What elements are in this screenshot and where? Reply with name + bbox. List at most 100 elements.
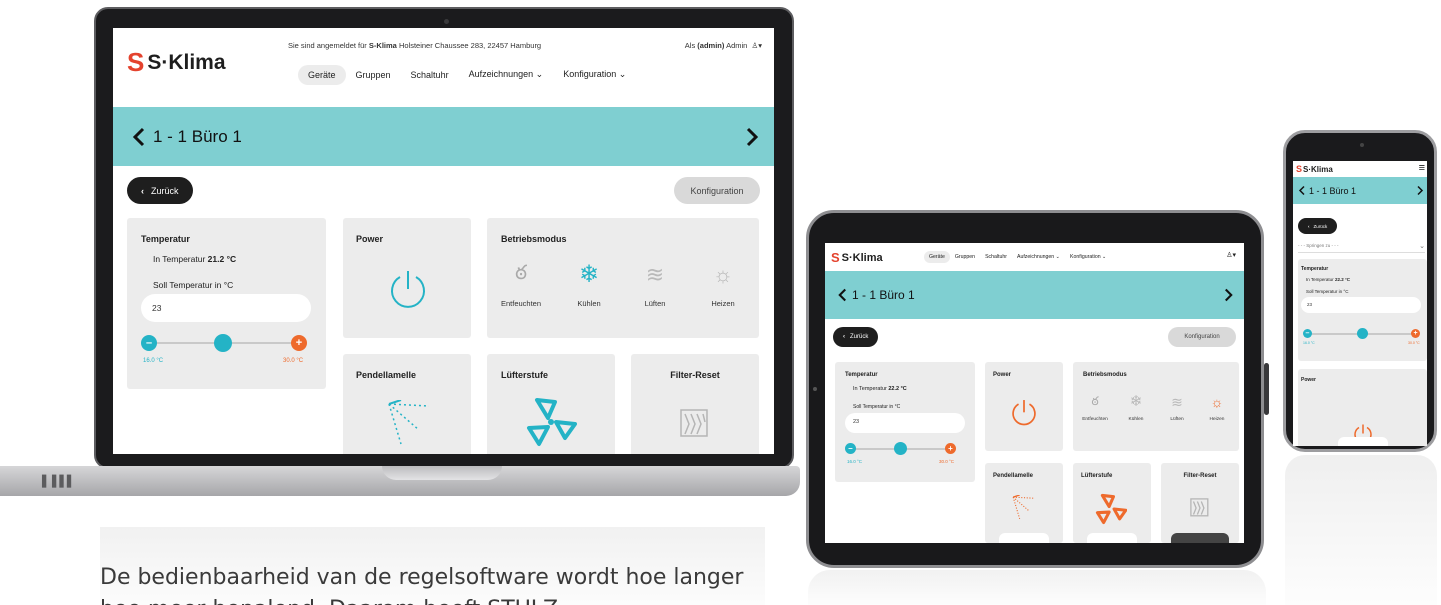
nav-aufzeichnungen-label: Aufzeichnungen [468,69,534,79]
app-header: S S·Klima Sie sind angemeldet für S-Klim… [113,28,774,107]
mode-dehumidify-label: Entfeuchten [500,299,542,308]
logo-mark: S [127,47,145,77]
nav-konfiguration[interactable]: Konfiguration ⌄ [553,64,636,85]
filter-reset-icon[interactable] [1187,495,1213,521]
power-control[interactable] [1338,437,1388,446]
hamburger-menu-icon[interactable]: ≡ [1419,162,1425,174]
mode-cool[interactable]: ❄ Kühlen [557,262,621,309]
minus-button[interactable]: – [845,443,856,454]
airflow-icon: ≋ [1171,394,1183,410]
temperature-title: Temperatur [1301,266,1329,272]
chevron-right-icon[interactable] [1416,185,1424,196]
power-card: Power [985,362,1063,451]
nav-aufzeichnungen[interactable]: Aufzeichnungen ⌄ [1012,251,1065,263]
power-card: Power [343,218,471,338]
temperature-slider-knob[interactable] [1356,328,1368,339]
chevron-down-icon: ⌄ [535,69,544,79]
nav-gruppen[interactable]: Gruppen [346,65,401,85]
user-role: (admin) [697,41,725,50]
setpoint-input[interactable]: 23 [1301,297,1421,313]
app-header: S S·Klima Geräte Gruppen Schaltuhr Aufze… [825,243,1244,271]
filter-reset-button[interactable] [1171,533,1229,543]
plus-button[interactable]: + [945,443,956,454]
camera-dot [1360,143,1364,147]
mode-title: Betriebsmodus [1083,372,1127,378]
nav-schaltuhr[interactable]: Schaltuhr [401,65,459,85]
nav-geraete[interactable]: Geräte [298,64,346,85]
logo[interactable]: S S·Klima [1296,164,1333,174]
mode-cool-label: Kühlen [1128,417,1144,422]
tablet-side-button [1264,363,1269,415]
nav-konfiguration[interactable]: Konfiguration ⌄ [1065,251,1111,263]
max-temp-label: 30.0 °C [283,358,304,364]
back-button[interactable]: ‹ Zurück [127,177,193,204]
setpoint-input[interactable]: 23 [845,413,965,433]
chevron-down-icon: ⌄ [1419,242,1425,250]
filter-reset-icon[interactable] [675,404,715,444]
setpoint-label: Soll Temperatur in °C [853,404,901,410]
user-menu[interactable]: Als (admin) Admin ♙▾ [685,41,762,50]
minus-button[interactable]: – [1303,329,1312,338]
mode-heat[interactable]: ☼ Heizen [1197,394,1237,422]
mode-cool[interactable]: ❄ Kühlen [1116,393,1156,423]
power-icon[interactable] [387,268,429,312]
mode-ventilate[interactable]: ≋ Lüften [623,262,687,308]
chevron-left-icon[interactable] [1298,185,1306,196]
snowflake-icon: ❄ [1129,393,1143,410]
temperature-slider-knob[interactable] [214,334,232,352]
inside-label: In Temperatur [853,386,887,392]
configuration-button[interactable]: Konfiguration [1168,327,1236,347]
nav-aufzeichnungen[interactable]: Aufzeichnungen ⌄ [459,64,554,85]
device-title-group: 1 - 1 Büro 1 [1298,185,1356,196]
plus-button[interactable]: + [291,335,307,351]
chevron-right-icon[interactable] [744,127,760,147]
chevron-left-icon[interactable] [837,288,848,302]
main-nav: Geräte Gruppen Schaltuhr Aufzeichnungen … [298,64,636,85]
nav-schaltuhr[interactable]: Schaltuhr [980,251,1012,263]
login-prefix: Sie sind angemeldet für [288,41,367,50]
temperature-card: Temperatur In Temperatur 22.2 °C Soll Te… [835,362,975,482]
mode-dehumidify[interactable]: ఠ Entfeuchten [489,262,553,308]
laptop-screen: S S·Klima Sie sind angemeldet für S-Klim… [113,28,774,454]
jump-to-select[interactable]: - - - Springen zu - - - ⌄ [1298,239,1425,253]
logo[interactable]: S S·Klima [127,47,226,78]
swing-control[interactable] [999,533,1049,543]
nav-geraete[interactable]: Geräte [924,251,950,263]
logo-text: S·Klima [1303,164,1333,174]
temperature-slider-knob[interactable] [893,442,907,455]
chevron-left-icon: ‹ [1308,223,1310,229]
nav-gruppen[interactable]: Gruppen [950,251,980,263]
nav-aufzeichnungen-label: Aufzeichnungen [1016,254,1055,260]
mode-ventilate-label: Lüften [644,299,666,308]
login-company: S-Klima [368,41,397,50]
logo[interactable]: S S·Klima [831,250,883,265]
user-icon[interactable]: ♙▾ [749,41,763,50]
plus-button[interactable]: + [1411,329,1420,338]
louver-swing-icon[interactable] [1011,495,1037,521]
setpoint-label: Soll Temperatur in °C [153,280,234,290]
main-nav: Geräte Gruppen Schaltuhr Aufzeichnungen … [924,251,1111,263]
nav-konfiguration-label: Konfiguration [563,69,617,79]
min-temp-label: 16.0 °C [1303,341,1315,345]
fan-control[interactable] [1087,533,1137,543]
device-title-group: 1 - 1 Büro 1 [131,127,242,147]
minus-button[interactable]: – [141,335,157,351]
mode-ventilate[interactable]: ≋ Lüften [1157,394,1197,422]
chevron-left-icon[interactable] [131,127,147,147]
setpoint-input[interactable]: 23 [141,294,311,322]
fan-icon[interactable] [1095,493,1127,525]
app-header: S S·Klima ≡ [1293,161,1427,177]
back-button[interactable]: ‹ Zurück [833,327,879,347]
user-icon[interactable]: ♙▾ [1226,251,1236,259]
configuration-button[interactable]: Konfiguration [674,177,760,204]
app-laptop: S S·Klima Sie sind angemeldet für S-Klim… [113,28,774,454]
louver-swing-icon[interactable] [385,400,433,448]
power-icon[interactable] [1009,398,1039,428]
back-button[interactable]: ‹ Zurück [1298,218,1338,234]
logo-mark: S [1296,164,1303,174]
mode-dehumidify[interactable]: ఠ Entfeuchten [1075,394,1115,422]
inside-value: 22.2 °C [888,386,907,392]
fan-icon[interactable] [525,396,577,448]
chevron-right-icon[interactable] [1223,288,1234,302]
mode-heat[interactable]: ☼ Heizen [691,262,755,308]
